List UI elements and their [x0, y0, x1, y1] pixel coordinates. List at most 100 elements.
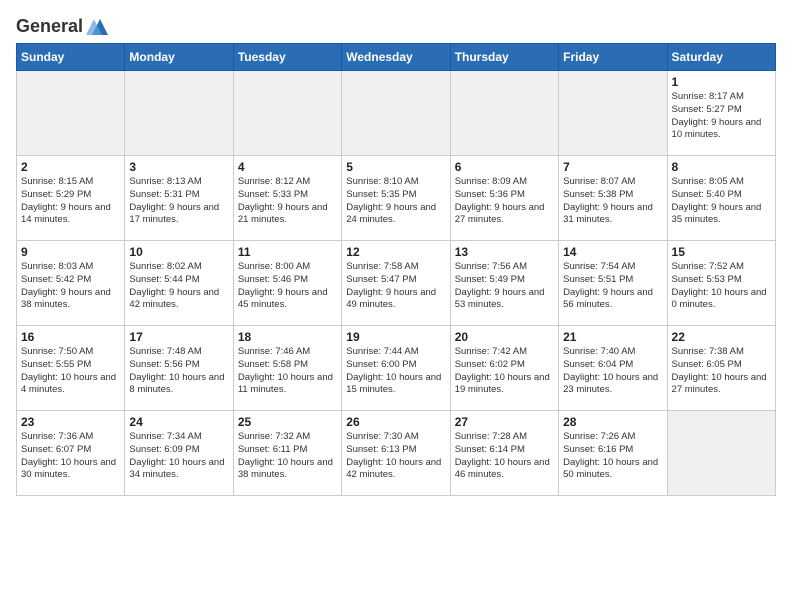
day-info: Sunrise: 7:42 AM Sunset: 6:02 PM Dayligh… — [455, 346, 554, 397]
day-number: 6 — [455, 160, 554, 174]
day-info: Sunrise: 7:36 AM Sunset: 6:07 PM Dayligh… — [21, 431, 120, 482]
day-info: Sunrise: 7:44 AM Sunset: 6:00 PM Dayligh… — [346, 346, 445, 397]
weekday-header-thursday: Thursday — [450, 44, 558, 71]
calendar-cell: 22 Sunrise: 7:38 AM Sunset: 6:05 PM Dayli… — [667, 326, 775, 411]
calendar-week-4: 16 Sunrise: 7:50 AM Sunset: 5:55 PM Dayli… — [17, 326, 776, 411]
day-info: Sunrise: 8:02 AM Sunset: 5:44 PM Dayligh… — [129, 261, 228, 312]
calendar-cell: 14 Sunrise: 7:54 AM Sunset: 5:51 PM Dayli… — [559, 241, 667, 326]
day-number: 21 — [563, 330, 662, 344]
calendar-cell: 13 Sunrise: 7:56 AM Sunset: 5:49 PM Dayli… — [450, 241, 558, 326]
weekday-header-sunday: Sunday — [17, 44, 125, 71]
calendar-cell — [342, 71, 450, 156]
calendar-cell: 4 Sunrise: 8:12 AM Sunset: 5:33 PM Daylig… — [233, 156, 341, 241]
calendar-cell — [125, 71, 233, 156]
calendar-cell: 28 Sunrise: 7:26 AM Sunset: 6:16 PM Dayli… — [559, 411, 667, 496]
day-number: 19 — [346, 330, 445, 344]
calendar-cell: 21 Sunrise: 7:40 AM Sunset: 6:04 PM Dayli… — [559, 326, 667, 411]
day-number: 27 — [455, 415, 554, 429]
day-info: Sunrise: 7:28 AM Sunset: 6:14 PM Dayligh… — [455, 431, 554, 482]
day-info: Sunrise: 8:10 AM Sunset: 5:35 PM Dayligh… — [346, 176, 445, 227]
calendar-cell: 18 Sunrise: 7:46 AM Sunset: 5:58 PM Dayli… — [233, 326, 341, 411]
calendar-cell — [450, 71, 558, 156]
day-number: 24 — [129, 415, 228, 429]
day-info: Sunrise: 8:00 AM Sunset: 5:46 PM Dayligh… — [238, 261, 337, 312]
calendar-cell: 5 Sunrise: 8:10 AM Sunset: 5:35 PM Daylig… — [342, 156, 450, 241]
day-number: 9 — [21, 245, 120, 259]
day-info: Sunrise: 7:30 AM Sunset: 6:13 PM Dayligh… — [346, 431, 445, 482]
weekday-header-monday: Monday — [125, 44, 233, 71]
calendar-cell: 1 Sunrise: 8:17 AM Sunset: 5:27 PM Daylig… — [667, 71, 775, 156]
calendar-cell: 12 Sunrise: 7:58 AM Sunset: 5:47 PM Dayli… — [342, 241, 450, 326]
day-number: 2 — [21, 160, 120, 174]
day-info: Sunrise: 7:40 AM Sunset: 6:04 PM Dayligh… — [563, 346, 662, 397]
calendar-cell: 27 Sunrise: 7:28 AM Sunset: 6:14 PM Dayli… — [450, 411, 558, 496]
day-number: 12 — [346, 245, 445, 259]
calendar-cell — [559, 71, 667, 156]
day-number: 11 — [238, 245, 337, 259]
calendar-cell: 19 Sunrise: 7:44 AM Sunset: 6:00 PM Dayli… — [342, 326, 450, 411]
day-number: 26 — [346, 415, 445, 429]
day-number: 5 — [346, 160, 445, 174]
logo-general: General — [16, 16, 83, 37]
logo-icon — [86, 17, 108, 37]
day-info: Sunrise: 7:26 AM Sunset: 6:16 PM Dayligh… — [563, 431, 662, 482]
calendar-header-row: SundayMondayTuesdayWednesdayThursdayFrid… — [17, 44, 776, 71]
day-number: 4 — [238, 160, 337, 174]
calendar-cell: 24 Sunrise: 7:34 AM Sunset: 6:09 PM Dayli… — [125, 411, 233, 496]
day-number: 10 — [129, 245, 228, 259]
calendar-table: SundayMondayTuesdayWednesdayThursdayFrid… — [16, 43, 776, 496]
calendar-cell: 8Sunrise: 8:05 AM Sunset: 5:40 PM Daylig… — [667, 156, 775, 241]
calendar-cell: 15 Sunrise: 7:52 AM Sunset: 5:53 PM Dayli… — [667, 241, 775, 326]
day-number: 16 — [21, 330, 120, 344]
day-number: 7 — [563, 160, 662, 174]
day-number: 17 — [129, 330, 228, 344]
day-number: 14 — [563, 245, 662, 259]
day-info: Sunrise: 8:12 AM Sunset: 5:33 PM Dayligh… — [238, 176, 337, 227]
day-number: 20 — [455, 330, 554, 344]
day-info: Sunrise: 8:17 AM Sunset: 5:27 PM Dayligh… — [672, 91, 771, 142]
calendar-week-1: 1 Sunrise: 8:17 AM Sunset: 5:27 PM Daylig… — [17, 71, 776, 156]
day-info: Sunrise: 8:09 AM Sunset: 5:36 PM Dayligh… — [455, 176, 554, 227]
calendar-cell: 2 Sunrise: 8:15 AM Sunset: 5:29 PM Daylig… — [17, 156, 125, 241]
calendar-cell: 7 Sunrise: 8:07 AM Sunset: 5:38 PM Daylig… — [559, 156, 667, 241]
day-info: Sunrise: 7:58 AM Sunset: 5:47 PM Dayligh… — [346, 261, 445, 312]
calendar-cell: 10 Sunrise: 8:02 AM Sunset: 5:44 PM Dayli… — [125, 241, 233, 326]
day-number: 23 — [21, 415, 120, 429]
calendar-cell — [233, 71, 341, 156]
calendar-cell: 9Sunrise: 8:03 AM Sunset: 5:42 PM Daylig… — [17, 241, 125, 326]
calendar-cell: 23 Sunrise: 7:36 AM Sunset: 6:07 PM Dayli… — [17, 411, 125, 496]
day-info: Sunrise: 8:07 AM Sunset: 5:38 PM Dayligh… — [563, 176, 662, 227]
day-info: Sunrise: 7:54 AM Sunset: 5:51 PM Dayligh… — [563, 261, 662, 312]
calendar-week-3: 9Sunrise: 8:03 AM Sunset: 5:42 PM Daylig… — [17, 241, 776, 326]
calendar-cell: 26 Sunrise: 7:30 AM Sunset: 6:13 PM Dayli… — [342, 411, 450, 496]
day-number: 15 — [672, 245, 771, 259]
day-info: Sunrise: 7:32 AM Sunset: 6:11 PM Dayligh… — [238, 431, 337, 482]
calendar-cell — [667, 411, 775, 496]
day-number: 3 — [129, 160, 228, 174]
calendar-cell: 25 Sunrise: 7:32 AM Sunset: 6:11 PM Dayli… — [233, 411, 341, 496]
day-info: Sunrise: 7:52 AM Sunset: 5:53 PM Dayligh… — [672, 261, 771, 312]
day-number: 25 — [238, 415, 337, 429]
day-info: Sunrise: 7:50 AM Sunset: 5:55 PM Dayligh… — [21, 346, 120, 397]
day-number: 1 — [672, 75, 771, 89]
calendar-week-2: 2 Sunrise: 8:15 AM Sunset: 5:29 PM Daylig… — [17, 156, 776, 241]
day-info: Sunrise: 7:48 AM Sunset: 5:56 PM Dayligh… — [129, 346, 228, 397]
weekday-header-tuesday: Tuesday — [233, 44, 341, 71]
calendar-cell: 6 Sunrise: 8:09 AM Sunset: 5:36 PM Daylig… — [450, 156, 558, 241]
day-info: Sunrise: 8:15 AM Sunset: 5:29 PM Dayligh… — [21, 176, 120, 227]
day-number: 18 — [238, 330, 337, 344]
day-number: 28 — [563, 415, 662, 429]
calendar-cell: 16 Sunrise: 7:50 AM Sunset: 5:55 PM Dayli… — [17, 326, 125, 411]
day-info: Sunrise: 8:05 AM Sunset: 5:40 PM Dayligh… — [672, 176, 771, 227]
weekday-header-wednesday: Wednesday — [342, 44, 450, 71]
day-info: Sunrise: 7:38 AM Sunset: 6:05 PM Dayligh… — [672, 346, 771, 397]
day-info: Sunrise: 7:34 AM Sunset: 6:09 PM Dayligh… — [129, 431, 228, 482]
day-number: 13 — [455, 245, 554, 259]
day-number: 22 — [672, 330, 771, 344]
day-info: Sunrise: 7:46 AM Sunset: 5:58 PM Dayligh… — [238, 346, 337, 397]
weekday-header-saturday: Saturday — [667, 44, 775, 71]
calendar-week-5: 23 Sunrise: 7:36 AM Sunset: 6:07 PM Dayli… — [17, 411, 776, 496]
day-info: Sunrise: 8:13 AM Sunset: 5:31 PM Dayligh… — [129, 176, 228, 227]
calendar-cell: 11 Sunrise: 8:00 AM Sunset: 5:46 PM Dayli… — [233, 241, 341, 326]
day-info: Sunrise: 7:56 AM Sunset: 5:49 PM Dayligh… — [455, 261, 554, 312]
